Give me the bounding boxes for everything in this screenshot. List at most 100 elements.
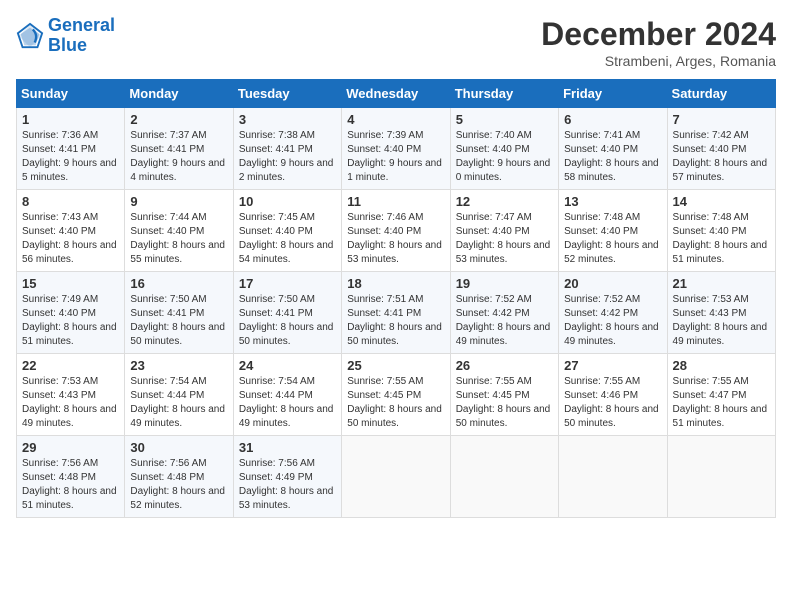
day-number: 13 <box>564 194 661 209</box>
day-number: 4 <box>347 112 444 127</box>
day-number: 7 <box>673 112 770 127</box>
day-info: Sunrise: 7:52 AMSunset: 4:42 PMDaylight:… <box>564 293 661 349</box>
day-number: 22 <box>22 358 119 373</box>
day-info: Sunrise: 7:56 AMSunset: 4:48 PMDaylight:… <box>130 457 227 513</box>
calendar-cell: 23Sunrise: 7:54 AMSunset: 4:44 PMDayligh… <box>125 354 233 436</box>
day-info: Sunrise: 7:47 AMSunset: 4:40 PMDaylight:… <box>456 211 553 267</box>
logo-line2: Blue <box>48 35 87 55</box>
day-info: Sunrise: 7:56 AMSunset: 4:48 PMDaylight:… <box>22 457 119 513</box>
calendar-cell: 16 Sunrise: 7:50 AMSunset: 4:41 PMDayligh… <box>125 272 233 354</box>
day-info: Sunrise: 7:48 AMSunset: 4:40 PMDaylight:… <box>564 211 661 267</box>
day-info: Sunrise: 7:55 AMSunset: 4:47 PMDaylight:… <box>673 375 770 431</box>
day-info: Sunrise: 7:50 AMSunset: 4:41 PMDaylight:… <box>239 293 336 349</box>
col-header-saturday: Saturday <box>667 80 775 108</box>
calendar-week-4: 22 Sunrise: 7:53 AMSunset: 4:43 PMDayligh… <box>17 354 776 436</box>
day-number: 19 <box>456 276 553 291</box>
header: General Blue December 2024 Strambeni, Ar… <box>16 16 776 69</box>
day-info: Sunrise: 7:54 AMSunset: 4:44 PMDaylight:… <box>239 375 336 431</box>
day-number: 29 <box>22 440 119 455</box>
day-number: 27 <box>564 358 661 373</box>
day-number: 24 <box>239 358 336 373</box>
day-info: Sunrise: 7:48 AMSunset: 4:40 PMDaylight:… <box>673 211 770 267</box>
calendar-week-3: 15 Sunrise: 7:49 AMSunset: 4:40 PMDayligh… <box>17 272 776 354</box>
calendar-cell <box>342 436 450 518</box>
day-number: 10 <box>239 194 336 209</box>
calendar-cell: 28 Sunrise: 7:55 AMSunset: 4:47 PMDayligh… <box>667 354 775 436</box>
day-number: 14 <box>673 194 770 209</box>
logo-icon <box>16 22 44 50</box>
day-info: Sunrise: 7:49 AMSunset: 4:40 PMDaylight:… <box>22 293 119 349</box>
day-info: Sunrise: 7:54 AMSunset: 4:44 PMDaylight:… <box>130 375 227 431</box>
calendar-cell <box>667 436 775 518</box>
col-header-sunday: Sunday <box>17 80 125 108</box>
calendar-cell: 15 Sunrise: 7:49 AMSunset: 4:40 PMDayligh… <box>17 272 125 354</box>
day-info: Sunrise: 7:38 AMSunset: 4:41 PMDaylight:… <box>239 129 336 185</box>
day-info: Sunrise: 7:42 AMSunset: 4:40 PMDaylight:… <box>673 129 770 185</box>
calendar-cell: 17Sunrise: 7:50 AMSunset: 4:41 PMDayligh… <box>233 272 341 354</box>
calendar-cell <box>559 436 667 518</box>
calendar-week-5: 29 Sunrise: 7:56 AMSunset: 4:48 PMDayligh… <box>17 436 776 518</box>
calendar-cell: 24 Sunrise: 7:54 AMSunset: 4:44 PMDayligh… <box>233 354 341 436</box>
day-info: Sunrise: 7:55 AMSunset: 4:46 PMDaylight:… <box>564 375 661 431</box>
calendar-cell: 18Sunrise: 7:51 AMSunset: 4:41 PMDayligh… <box>342 272 450 354</box>
col-header-tuesday: Tuesday <box>233 80 341 108</box>
day-info: Sunrise: 7:36 AMSunset: 4:41 PMDaylight:… <box>22 129 119 185</box>
calendar-cell: 3 Sunrise: 7:38 AMSunset: 4:41 PMDaylight… <box>233 108 341 190</box>
logo-text: General Blue <box>48 16 115 56</box>
day-info: Sunrise: 7:40 AMSunset: 4:40 PMDaylight:… <box>456 129 553 185</box>
col-header-friday: Friday <box>559 80 667 108</box>
calendar-cell: 21 Sunrise: 7:53 AMSunset: 4:43 PMDayligh… <box>667 272 775 354</box>
day-number: 3 <box>239 112 336 127</box>
calendar-cell: 7 Sunrise: 7:42 AMSunset: 4:40 PMDaylight… <box>667 108 775 190</box>
calendar-header-row: SundayMondayTuesdayWednesdayThursdayFrid… <box>17 80 776 108</box>
calendar-cell: 6Sunrise: 7:41 AMSunset: 4:40 PMDaylight… <box>559 108 667 190</box>
day-number: 8 <box>22 194 119 209</box>
calendar-cell: 27 Sunrise: 7:55 AMSunset: 4:46 PMDayligh… <box>559 354 667 436</box>
calendar-cell: 31Sunrise: 7:56 AMSunset: 4:49 PMDayligh… <box>233 436 341 518</box>
location-subtitle: Strambeni, Arges, Romania <box>541 53 776 69</box>
day-number: 2 <box>130 112 227 127</box>
day-info: Sunrise: 7:56 AMSunset: 4:49 PMDaylight:… <box>239 457 336 513</box>
calendar-cell: 25 Sunrise: 7:55 AMSunset: 4:45 PMDayligh… <box>342 354 450 436</box>
day-number: 26 <box>456 358 553 373</box>
day-number: 6 <box>564 112 661 127</box>
day-info: Sunrise: 7:51 AMSunset: 4:41 PMDaylight:… <box>347 293 444 349</box>
day-number: 15 <box>22 276 119 291</box>
calendar-cell: 13 Sunrise: 7:48 AMSunset: 4:40 PMDayligh… <box>559 190 667 272</box>
calendar-cell: 29 Sunrise: 7:56 AMSunset: 4:48 PMDayligh… <box>17 436 125 518</box>
day-info: Sunrise: 7:53 AMSunset: 4:43 PMDaylight:… <box>22 375 119 431</box>
day-info: Sunrise: 7:39 AMSunset: 4:40 PMDaylight:… <box>347 129 444 185</box>
title-area: December 2024 Strambeni, Arges, Romania <box>541 16 776 69</box>
day-info: Sunrise: 7:55 AMSunset: 4:45 PMDaylight:… <box>347 375 444 431</box>
calendar-cell: 8 Sunrise: 7:43 AMSunset: 4:40 PMDaylight… <box>17 190 125 272</box>
day-number: 25 <box>347 358 444 373</box>
day-number: 16 <box>130 276 227 291</box>
day-info: Sunrise: 7:43 AMSunset: 4:40 PMDaylight:… <box>22 211 119 267</box>
day-number: 12 <box>456 194 553 209</box>
calendar-cell: 2Sunrise: 7:37 AMSunset: 4:41 PMDaylight… <box>125 108 233 190</box>
calendar-table: SundayMondayTuesdayWednesdayThursdayFrid… <box>16 79 776 518</box>
day-info: Sunrise: 7:45 AMSunset: 4:40 PMDaylight:… <box>239 211 336 267</box>
calendar-cell: 26Sunrise: 7:55 AMSunset: 4:45 PMDayligh… <box>450 354 558 436</box>
day-number: 1 <box>22 112 119 127</box>
day-info: Sunrise: 7:52 AMSunset: 4:42 PMDaylight:… <box>456 293 553 349</box>
calendar-cell: 1 Sunrise: 7:36 AMSunset: 4:41 PMDaylight… <box>17 108 125 190</box>
calendar-week-2: 8 Sunrise: 7:43 AMSunset: 4:40 PMDaylight… <box>17 190 776 272</box>
calendar-cell: 4 Sunrise: 7:39 AMSunset: 4:40 PMDaylight… <box>342 108 450 190</box>
col-header-wednesday: Wednesday <box>342 80 450 108</box>
calendar-cell: 10 Sunrise: 7:45 AMSunset: 4:40 PMDayligh… <box>233 190 341 272</box>
day-number: 21 <box>673 276 770 291</box>
day-number: 11 <box>347 194 444 209</box>
calendar-cell: 22 Sunrise: 7:53 AMSunset: 4:43 PMDayligh… <box>17 354 125 436</box>
day-number: 28 <box>673 358 770 373</box>
logo-line1: General <box>48 15 115 35</box>
calendar-cell: 20 Sunrise: 7:52 AMSunset: 4:42 PMDayligh… <box>559 272 667 354</box>
calendar-cell <box>450 436 558 518</box>
col-header-monday: Monday <box>125 80 233 108</box>
day-number: 20 <box>564 276 661 291</box>
month-title: December 2024 <box>541 16 776 53</box>
day-info: Sunrise: 7:50 AMSunset: 4:41 PMDaylight:… <box>130 293 227 349</box>
calendar-week-1: 1 Sunrise: 7:36 AMSunset: 4:41 PMDaylight… <box>17 108 776 190</box>
day-info: Sunrise: 7:53 AMSunset: 4:43 PMDaylight:… <box>673 293 770 349</box>
calendar-cell: 11Sunrise: 7:46 AMSunset: 4:40 PMDayligh… <box>342 190 450 272</box>
